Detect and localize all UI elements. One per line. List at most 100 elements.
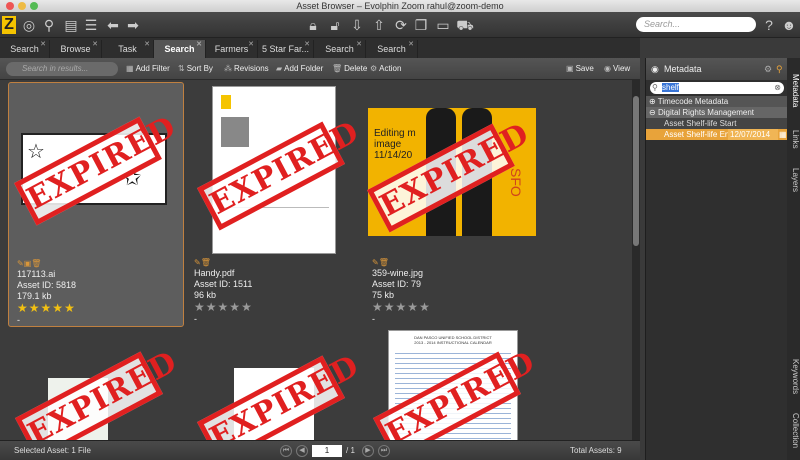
tab-bar: Search ✕ Browse ✕ Task ✕ Search ✕ Farmers ✕ 5… bbox=[0, 38, 640, 58]
prev-page-icon[interactable]: ◀ bbox=[296, 445, 308, 457]
copy-icon[interactable]: ❐ bbox=[412, 16, 430, 34]
add-folder-button[interactable]: ▰ Add Folder bbox=[276, 62, 323, 76]
field-shelf-life-end[interactable]: Asset Shelf-life End 12/07/2014 ▦ bbox=[646, 129, 788, 140]
section-digital-rights-management[interactable]: ⊖ Digital Rights Management bbox=[646, 107, 788, 118]
rating-star-icon[interactable]: ★ bbox=[396, 300, 408, 314]
tab-task[interactable]: Task ✕ bbox=[102, 40, 154, 58]
tab-search-active[interactable]: Search ✕ bbox=[154, 40, 206, 58]
rating-star-icon[interactable]: ★ bbox=[29, 301, 41, 315]
close-tab-icon[interactable]: ✕ bbox=[248, 41, 254, 49]
metadata-search-input[interactable]: ⚲ shelf ⊗ bbox=[650, 82, 784, 94]
view-button[interactable]: ◉ View bbox=[604, 62, 630, 76]
search-list-icon[interactable]: ☰ bbox=[82, 16, 100, 34]
globe-icon[interactable]: ◎ bbox=[20, 16, 38, 34]
delete-button[interactable]: 🗑︎ Delete bbox=[332, 62, 367, 76]
close-tab-icon[interactable]: ✕ bbox=[40, 41, 46, 49]
field-value[interactable]: 12/07/2014 bbox=[728, 129, 778, 140]
side-tab-links[interactable]: Links bbox=[787, 124, 800, 154]
scrollbar-thumb[interactable] bbox=[633, 96, 639, 246]
rating-star-icon[interactable]: ★ bbox=[52, 301, 64, 315]
last-page-icon[interactable]: ⏭ bbox=[378, 445, 390, 457]
cart-icon[interactable]: ⛟ bbox=[456, 16, 474, 34]
minimize-window-icon[interactable] bbox=[18, 2, 26, 10]
window-icon[interactable]: ▭ bbox=[434, 16, 452, 34]
first-page-icon[interactable]: ⏮ bbox=[280, 445, 292, 457]
tab-search-1[interactable]: Search ✕ bbox=[0, 40, 50, 58]
asset-card-359-wine[interactable]: Editing m image 11/14/20 SFO EXPIRED ✎🗑︎… bbox=[364, 82, 540, 327]
asset-card-117113[interactable]: ☆ ✩ EXPIRED ✎▣🗑︎ 117113.ai Asset ID: 581… bbox=[8, 82, 184, 327]
side-tab-layers[interactable]: Layers bbox=[787, 162, 800, 198]
rating-star-icon[interactable]: ★ bbox=[241, 300, 253, 314]
rating-star-icon[interactable]: ★ bbox=[372, 300, 384, 314]
help-icon[interactable]: ? bbox=[760, 16, 778, 34]
rating-star-icon[interactable]: ★ bbox=[384, 300, 396, 314]
tab-search-2[interactable]: Search ✕ bbox=[314, 40, 366, 58]
user-icon[interactable]: ☻ bbox=[780, 16, 798, 34]
close-tab-icon[interactable]: ✕ bbox=[92, 41, 98, 49]
revisions-button[interactable]: ⁂ Revisions bbox=[224, 62, 269, 76]
calendar-title: DAN PASCO UNIFIED SCHOOL DISTRICT 2013 -… bbox=[414, 335, 492, 345]
page-number-input[interactable]: 1 bbox=[312, 445, 342, 457]
metadata-panel-header: ◉ Metadata ⚙ ⚲ bbox=[646, 58, 788, 80]
asset-card-row2-2[interactable]: EXPIRED bbox=[186, 330, 365, 440]
close-tab-icon[interactable]: ✕ bbox=[304, 41, 310, 49]
rating-star-icon[interactable]: ★ bbox=[407, 300, 419, 314]
close-tab-icon[interactable]: ✕ bbox=[408, 41, 414, 49]
star-rating[interactable]: ★★★★★ bbox=[17, 301, 76, 315]
asset-card-handy[interactable]: EXPIRED ✎🗑︎ Handy.pdf Asset ID: 1511 96 … bbox=[186, 82, 365, 327]
asset-id: Asset ID: 5818 bbox=[17, 280, 77, 290]
upload-icon[interactable]: ⇧ bbox=[370, 16, 388, 34]
section-timecode-metadata[interactable]: ⊕ Timecode Metadata bbox=[646, 96, 788, 107]
forward-arrow-icon[interactable]: ➡ bbox=[124, 16, 142, 34]
side-tab-keywords[interactable]: Keywords bbox=[787, 354, 800, 400]
global-search-input[interactable]: Search... bbox=[636, 17, 756, 32]
side-tab-collection[interactable]: Collection bbox=[787, 404, 800, 458]
sync-icon[interactable]: ⟳ bbox=[392, 16, 410, 34]
calendar-icon[interactable]: ▦ bbox=[779, 129, 787, 140]
rating-star-icon[interactable]: ★ bbox=[194, 300, 206, 314]
rating-star-icon[interactable]: ★ bbox=[206, 300, 218, 314]
search-icon[interactable]: ⚲ bbox=[40, 16, 58, 34]
tab-search-3[interactable]: Search ✕ bbox=[366, 40, 418, 58]
tab-label: Farmers bbox=[214, 44, 249, 54]
rating-star-icon[interactable]: ★ bbox=[218, 300, 230, 314]
trash-icon: 🗑︎ bbox=[332, 64, 343, 73]
back-arrow-icon[interactable]: ⬅ bbox=[104, 16, 122, 34]
asset-card-row2-3[interactable]: DAN PASCO UNIFIED SCHOOL DISTRICT 2013 -… bbox=[364, 330, 541, 440]
asset-card-row2-1[interactable]: EXPIRED bbox=[8, 330, 184, 440]
close-tab-icon[interactable]: ✕ bbox=[144, 41, 150, 49]
star-rating[interactable]: ★★★★★ bbox=[194, 300, 253, 314]
results-search-input[interactable]: Search in results... bbox=[6, 62, 118, 76]
close-window-icon[interactable] bbox=[6, 2, 14, 10]
rating-star-icon[interactable]: ★ bbox=[229, 300, 241, 314]
close-tab-icon[interactable]: ✕ bbox=[196, 41, 202, 49]
tab-label: Search bbox=[10, 44, 39, 54]
next-page-icon[interactable]: ▶ bbox=[362, 445, 374, 457]
side-tab-metadata[interactable]: Metadata bbox=[787, 66, 800, 116]
rating-star-icon[interactable]: ★ bbox=[419, 300, 431, 314]
unlock-icon[interactable]: 🔓︎ bbox=[326, 16, 344, 34]
document-list-icon[interactable]: ▤ bbox=[62, 16, 80, 34]
add-filter-button[interactable]: ▦ Add Filter bbox=[126, 62, 170, 76]
rating-star-icon[interactable]: ★ bbox=[17, 301, 29, 315]
asset-id: Asset ID: 1511 bbox=[194, 279, 253, 289]
save-button[interactable]: ▣ Save bbox=[566, 62, 594, 76]
tab-5-star-farmers[interactable]: 5 Star Far... ✕ bbox=[258, 40, 314, 58]
action-button[interactable]: ⚙ Action bbox=[370, 62, 401, 76]
close-tab-icon[interactable]: ✕ bbox=[356, 41, 362, 49]
star-rating[interactable]: ★★★★★ bbox=[372, 300, 431, 314]
asset-filename: Handy.pdf bbox=[194, 268, 235, 278]
field-shelf-life-start[interactable]: Asset Shelf-life Start bbox=[646, 118, 788, 129]
results-scrollbar[interactable] bbox=[632, 80, 640, 440]
tab-browse[interactable]: Browse ✕ bbox=[50, 40, 102, 58]
zoom-window-icon[interactable] bbox=[30, 2, 38, 10]
tab-farmers[interactable]: Farmers ✕ bbox=[206, 40, 258, 58]
lock-icon[interactable]: 🔒︎ bbox=[304, 16, 322, 34]
settings-icon[interactable]: ⚙ bbox=[764, 58, 772, 80]
download-icon[interactable]: ⇩ bbox=[348, 16, 366, 34]
rating-star-icon[interactable]: ★ bbox=[41, 301, 53, 315]
pin-icon[interactable]: ⚲ bbox=[776, 58, 783, 80]
sort-by-button[interactable]: ⇅ Sort By bbox=[178, 62, 213, 76]
rating-star-icon[interactable]: ★ bbox=[64, 301, 76, 315]
clear-search-icon[interactable]: ⊗ bbox=[774, 82, 781, 94]
